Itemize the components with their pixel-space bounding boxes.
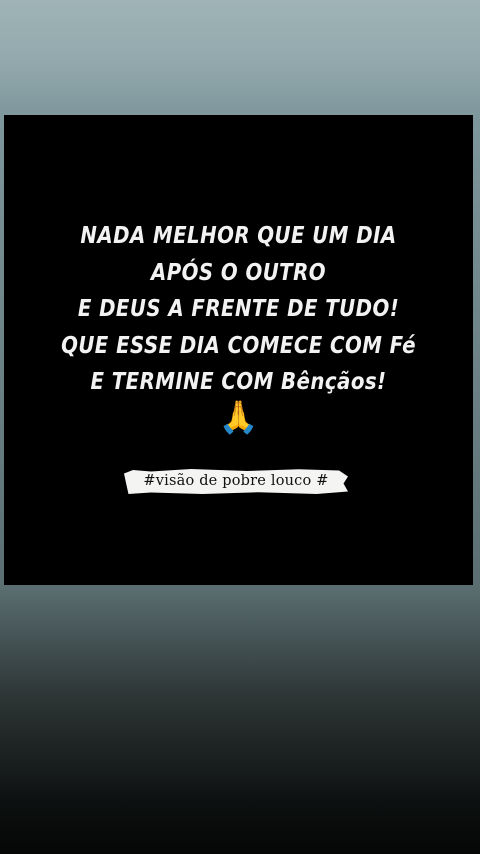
story-post-card: NADA MELHOR QUE UM DIA APÓS O OUTRO E DE… <box>4 115 473 585</box>
quote-text: NADA MELHOR QUE UM DIA APÓS O OUTRO E DE… <box>37 218 440 401</box>
hashtag-label: #visão de pobre louco # <box>124 469 348 494</box>
quote-line-5: E TERMINE COM Bênçãos! <box>90 369 387 395</box>
hashtag-text: #visão de pobre louco # <box>143 473 329 489</box>
quote-line-2: APÓS O OUTRO <box>150 259 327 286</box>
praying-hands-icon: 🙏 <box>218 398 259 436</box>
quote-line-3: E DEUS A FRENTE DE TUDO! <box>77 296 400 322</box>
quote-line-4: QUE ESSE DIA COMECE COM Fé <box>61 332 416 359</box>
quote-line-1: NADA MELHOR QUE UM DIA <box>80 223 397 249</box>
